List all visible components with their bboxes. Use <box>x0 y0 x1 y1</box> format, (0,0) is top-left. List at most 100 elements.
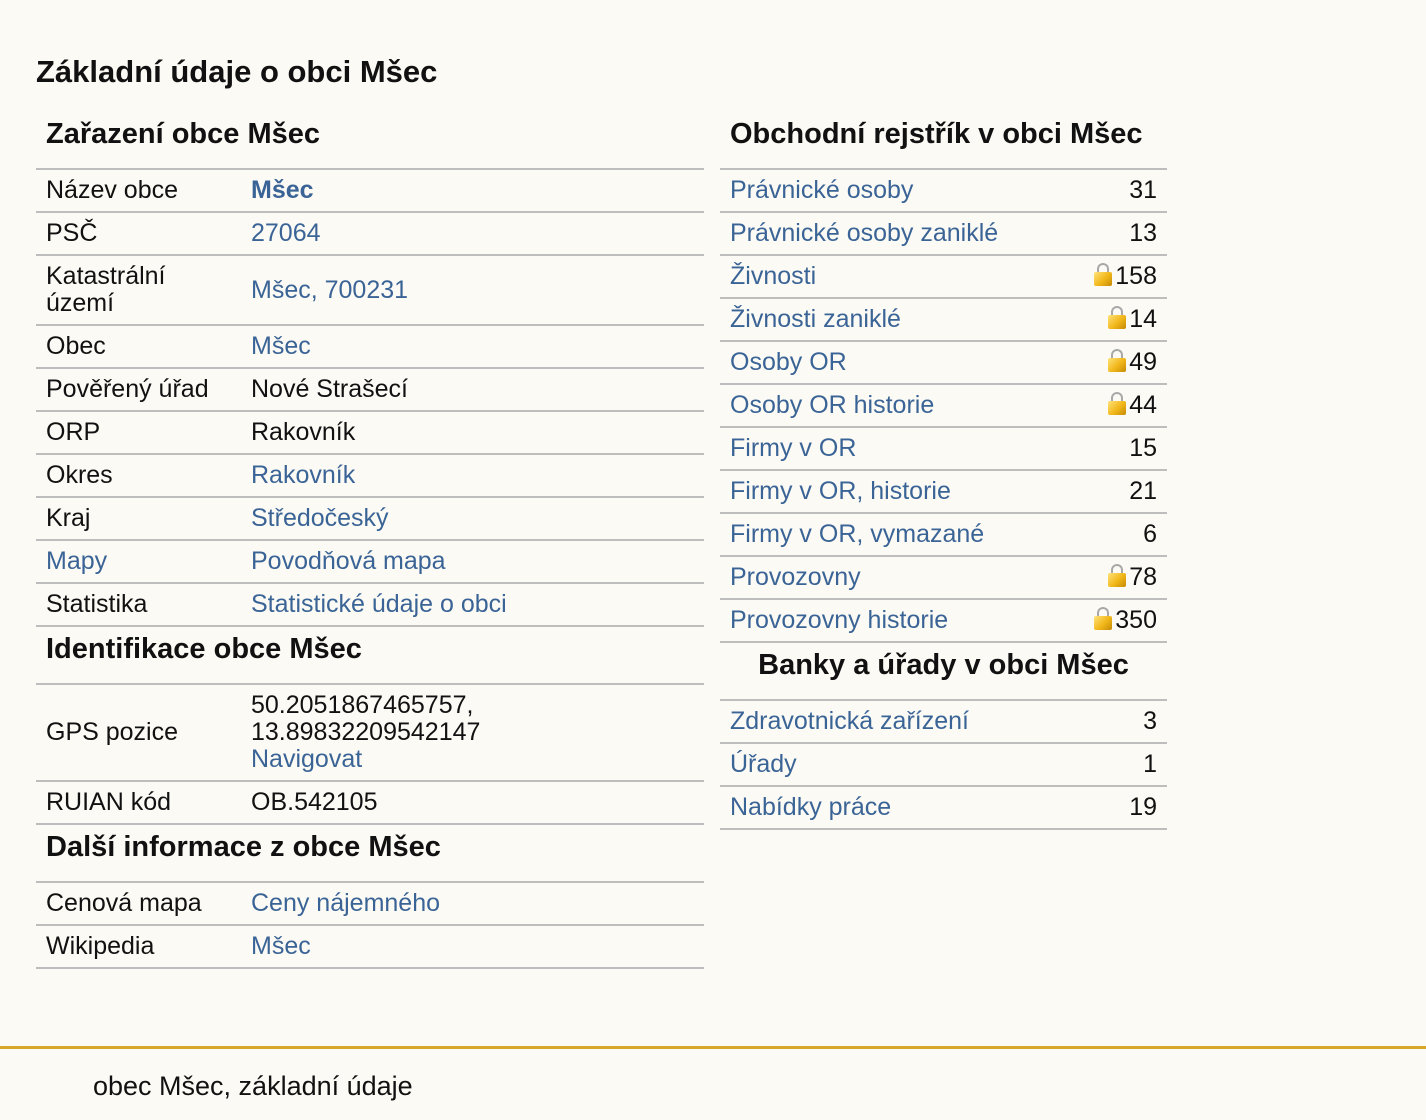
row-label: Zdravotnická zařízení <box>720 701 1098 744</box>
companies-or-deleted-link[interactable]: Firmy v OR, vymazané <box>730 520 984 548</box>
rent-prices-link[interactable]: Ceny nájemného <box>251 889 440 917</box>
row-label: RUIAN kód <box>36 781 241 825</box>
row-value: OB.542105 <box>241 781 704 825</box>
table-row: Kraj Středočeský <box>36 497 704 541</box>
lock-icon <box>1108 349 1127 372</box>
lock-icon <box>1108 306 1127 329</box>
zarazeni-table: Název obce Mšec PSČ 27064 Katastrální úz… <box>36 170 704 627</box>
identifikace-table: GPS pozice 50.2051867465757, 13.89832209… <box>36 685 704 825</box>
section-title-obchodni: Obchodní rejstřík v obci Mšec <box>720 112 1167 170</box>
section-title-identifikace: Identifikace obce Mšec <box>36 627 704 685</box>
table-row: Nabídky práce 19 <box>720 786 1167 830</box>
row-value: 27064 <box>241 212 704 256</box>
row-label: Cenová mapa <box>36 883 241 926</box>
row-count: 78 <box>1129 563 1157 591</box>
banky-table: Zdravotnická zařízení 3 Úřady 1 Nabídky … <box>720 701 1167 830</box>
row-label: Katastrální území <box>36 255 241 326</box>
persons-or-history-link[interactable]: Osoby OR historie <box>730 391 934 419</box>
row-label: Osoby OR historie <box>720 384 1068 428</box>
table-row: Katastrální území Mšec, 700231 <box>36 255 704 326</box>
lock-icon <box>1094 263 1113 286</box>
row-label: Úřady <box>720 743 1098 787</box>
lock-icon <box>1108 564 1127 587</box>
table-row: Firmy v OR 15 <box>720 427 1167 471</box>
table-row: ORP Rakovník <box>36 411 704 455</box>
row-count: 44 <box>1129 391 1157 419</box>
health-facilities-link[interactable]: Zdravotnická zařízení <box>730 707 969 735</box>
row-label: Právnické osoby <box>720 170 1068 213</box>
lock-icon <box>1094 607 1113 630</box>
section-title-dalsi: Další informace z obce Mšec <box>36 825 704 883</box>
row-value: Středočeský <box>241 497 704 541</box>
table-row: Osoby OR historie 44 <box>720 384 1167 428</box>
companies-or-history-link[interactable]: Firmy v OR, historie <box>730 477 951 505</box>
table-row: Živnosti zaniklé 14 <box>720 298 1167 342</box>
row-value: Statistické údaje o obci <box>241 583 704 627</box>
table-row: Zdravotnická zařízení 3 <box>720 701 1167 744</box>
table-row: Okres Rakovník <box>36 454 704 498</box>
municipality-name-link[interactable]: Mšec <box>251 176 314 204</box>
trades-defunct-link[interactable]: Živnosti zaniklé <box>730 305 901 333</box>
row-value: 21 <box>1067 470 1167 514</box>
statistics-link[interactable]: Statistické údaje o obci <box>251 590 507 618</box>
row-value: Mšec, 700231 <box>241 255 704 326</box>
kraj-link[interactable]: Středočeský <box>251 504 389 532</box>
gps-latitude: 50.2051867465757, <box>251 691 474 719</box>
section-title-banky: Banky a úřady v obci Mšec <box>720 643 1167 701</box>
row-count: 158 <box>1115 262 1157 290</box>
row-label: Živnosti <box>720 255 1068 299</box>
legal-entities-link[interactable]: Právnické osoby <box>730 176 913 204</box>
obec-link[interactable]: Mšec <box>251 332 311 360</box>
table-row: Firmy v OR, vymazané 6 <box>720 513 1167 557</box>
companies-or-link[interactable]: Firmy v OR <box>730 434 856 462</box>
maps-link[interactable]: Mapy <box>46 547 107 575</box>
row-value: 13 <box>1067 212 1167 256</box>
trades-link[interactable]: Živnosti <box>730 262 816 290</box>
offices-link[interactable]: Úřady <box>730 750 797 778</box>
row-label: Právnické osoby zaniklé <box>720 212 1068 256</box>
row-label: Obec <box>36 325 241 369</box>
row-label: Mapy <box>36 540 241 584</box>
row-label: Statistika <box>36 583 241 627</box>
table-row: GPS pozice 50.2051867465757, 13.89832209… <box>36 685 704 782</box>
table-row: Právnické osoby zaniklé 13 <box>720 212 1167 256</box>
row-value: Mšec <box>241 170 704 213</box>
row-value: 31 <box>1067 170 1167 213</box>
wikipedia-link[interactable]: Mšec <box>251 932 311 960</box>
cadastral-area-link[interactable]: Mšec, 700231 <box>251 276 408 304</box>
table-row: Právnické osoby 31 <box>720 170 1167 213</box>
row-value: 15 <box>1067 427 1167 471</box>
obchodni-table: Právnické osoby 31 Právnické osoby zanik… <box>720 170 1167 643</box>
job-offers-link[interactable]: Nabídky práce <box>730 793 891 821</box>
lock-icon <box>1108 392 1127 415</box>
table-row: Pověřený úřad Nové Strašecí <box>36 368 704 412</box>
row-value: Rakovník <box>241 411 704 455</box>
row-value: 14 <box>1067 298 1167 342</box>
row-count: 14 <box>1129 305 1157 333</box>
row-label: Nabídky práce <box>720 786 1098 830</box>
establishments-history-link[interactable]: Provozovny historie <box>730 606 948 634</box>
flood-map-link[interactable]: Povodňová mapa <box>251 547 446 575</box>
table-row: RUIAN kód OB.542105 <box>36 781 704 825</box>
row-value: 6 <box>1067 513 1167 557</box>
row-label: PSČ <box>36 212 241 256</box>
table-row: Obec Mšec <box>36 325 704 369</box>
table-row: Mapy Povodňová mapa <box>36 540 704 584</box>
row-value: 49 <box>1067 341 1167 385</box>
row-label: Okres <box>36 454 241 498</box>
legal-entities-defunct-link[interactable]: Právnické osoby zaniklé <box>730 219 998 247</box>
table-row: Název obce Mšec <box>36 170 704 213</box>
okres-link[interactable]: Rakovník <box>251 461 355 489</box>
row-value: 50.2051867465757, 13.89832209542147 Navi… <box>241 685 704 782</box>
row-label: Provozovny historie <box>720 599 1068 643</box>
psc-link[interactable]: 27064 <box>251 219 321 247</box>
navigate-link[interactable]: Navigovat <box>251 745 362 773</box>
row-value: 78 <box>1067 556 1167 600</box>
row-label: Provozovny <box>720 556 1068 600</box>
persons-or-link[interactable]: Osoby OR <box>730 348 847 376</box>
table-row: Statistika Statistické údaje o obci <box>36 583 704 627</box>
establishments-link[interactable]: Provozovny <box>730 563 861 591</box>
row-value: 1 <box>1097 743 1167 787</box>
row-label: Název obce <box>36 170 241 213</box>
row-value: 44 <box>1067 384 1167 428</box>
